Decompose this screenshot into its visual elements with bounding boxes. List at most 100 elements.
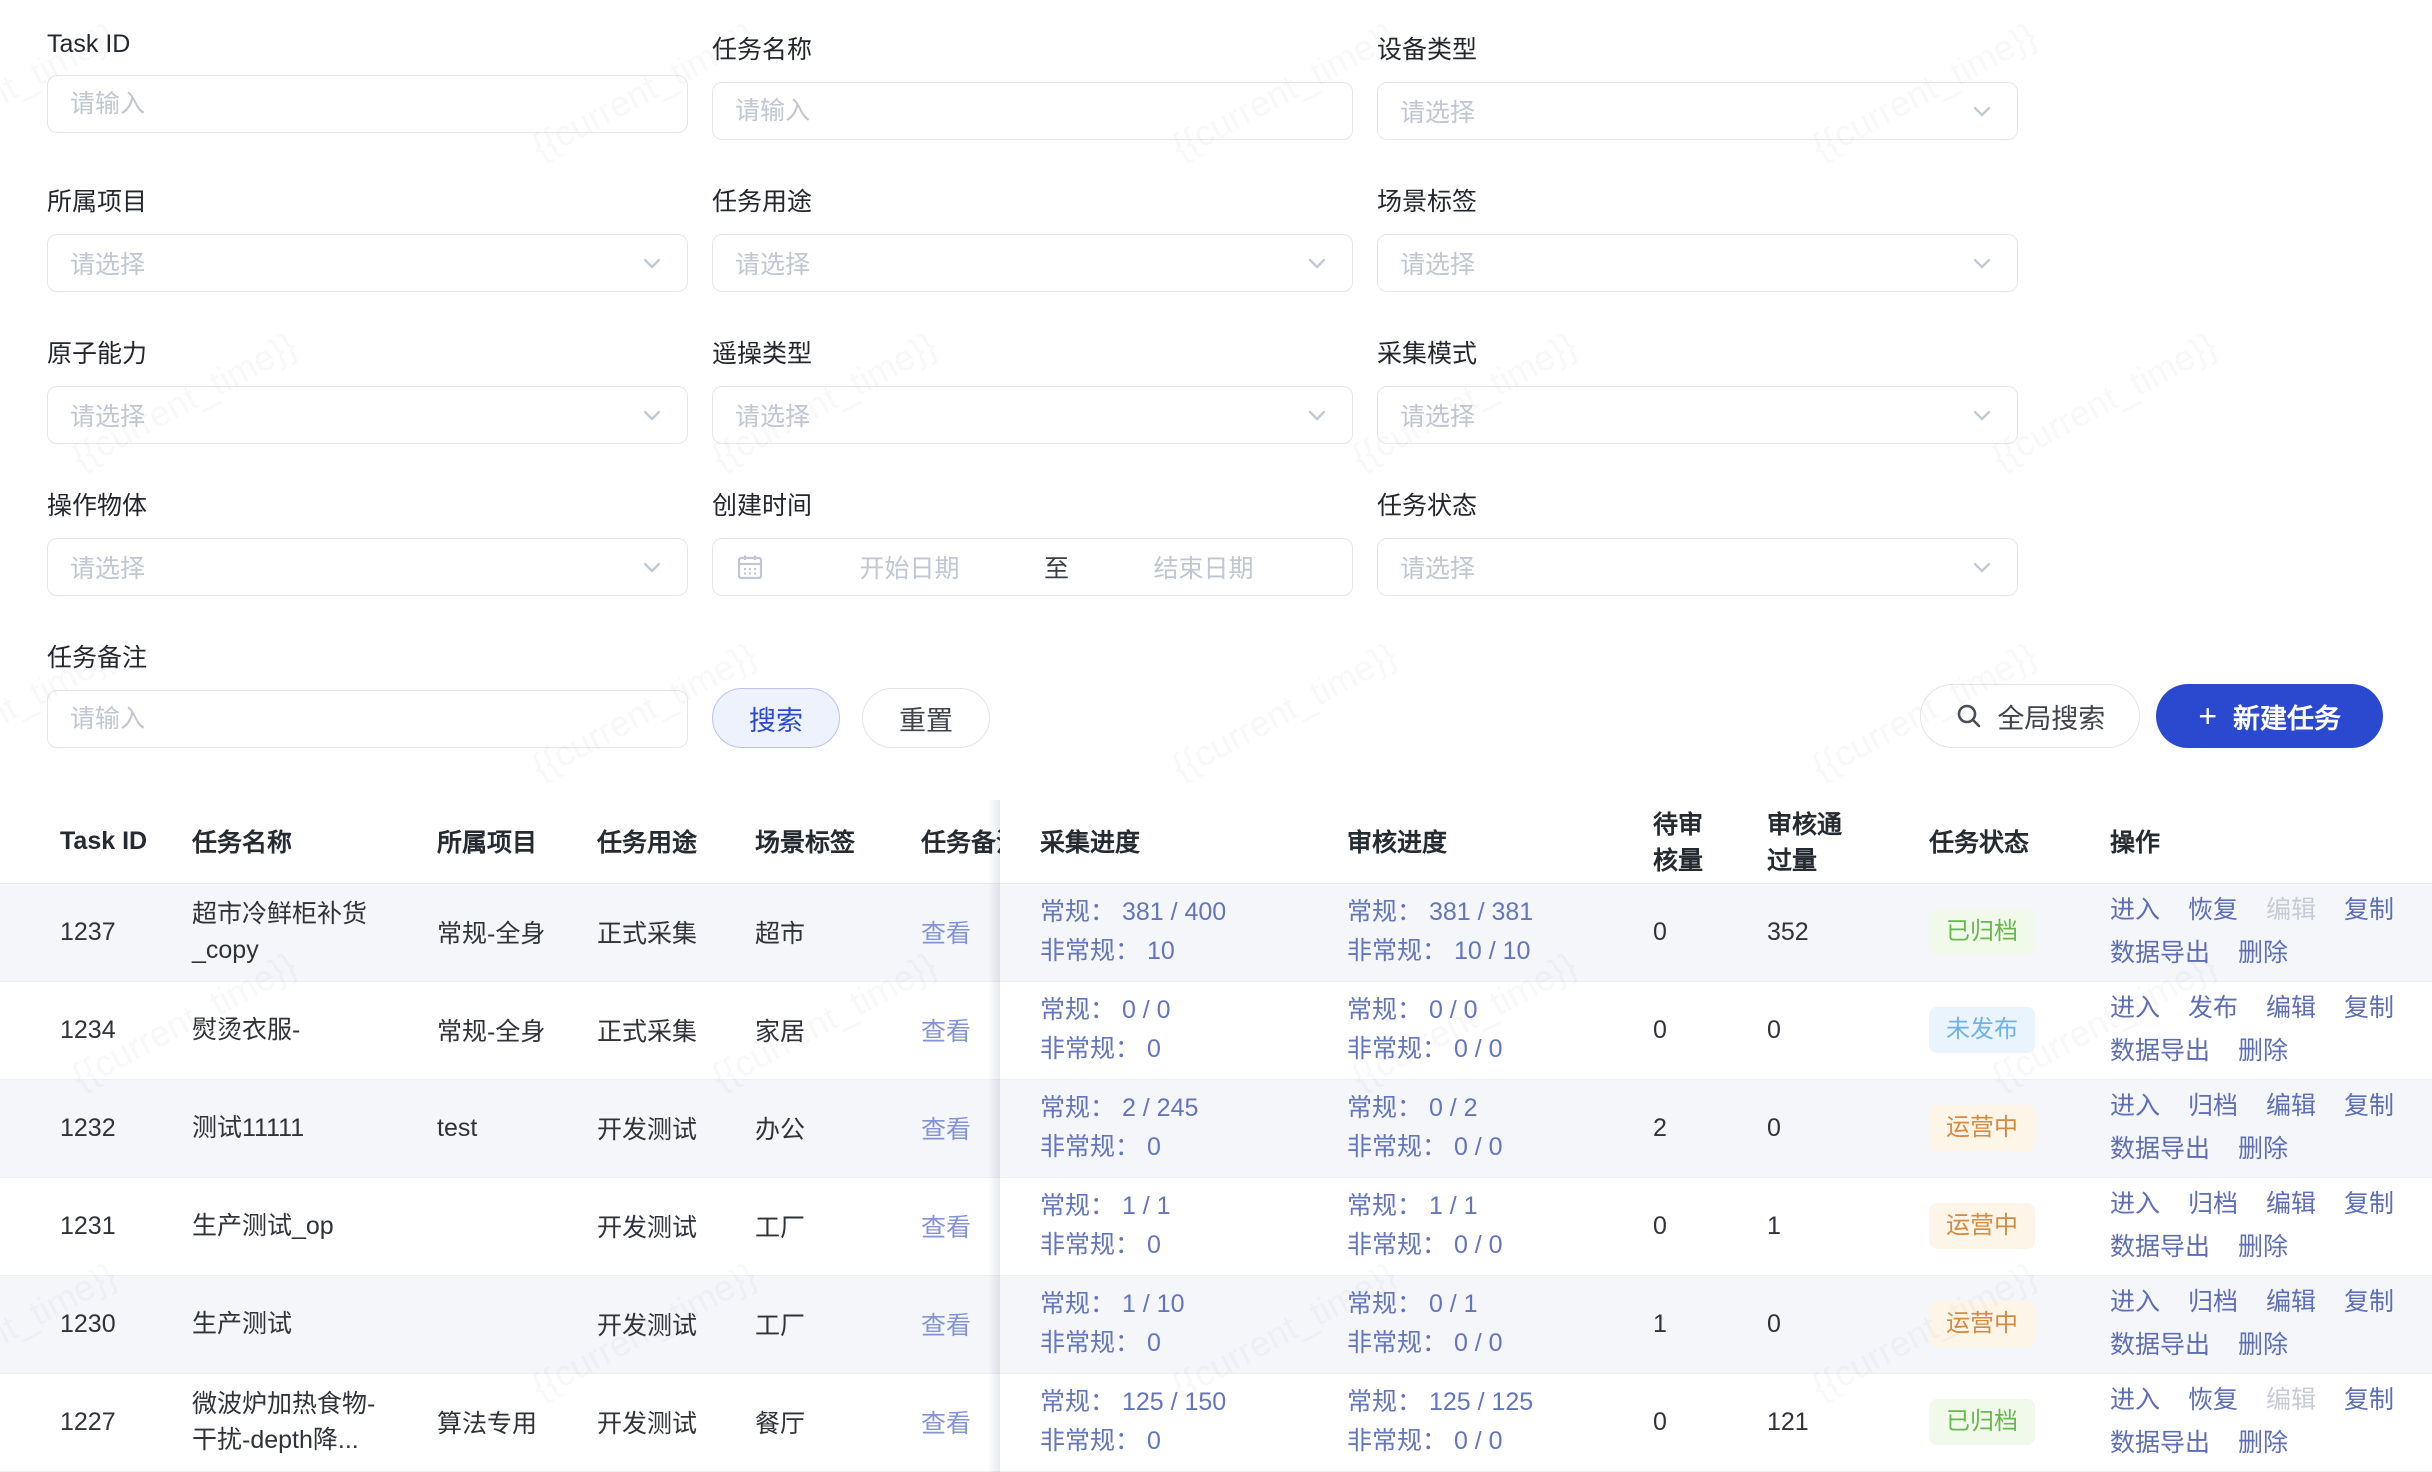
project-select[interactable]: 请选择 [47, 234, 688, 292]
action-link[interactable]: 删除 [2238, 1034, 2288, 1069]
filter-label-atomic-capability: 原子能力 [47, 334, 688, 370]
col-task-name: 任务名称 [192, 800, 437, 883]
action-link[interactable]: 归档 [2188, 1187, 2238, 1222]
view-remark-link[interactable]: 查看 [921, 1116, 971, 1144]
row-actions: 进入归档编辑复制数据导出删除 [2110, 1089, 2412, 1167]
filter-label-device-type: 设备类型 [1377, 30, 2018, 66]
view-remark-link[interactable]: 查看 [921, 1214, 971, 1242]
action-link[interactable]: 数据导出 [2110, 1426, 2210, 1461]
filter-field-teleop-type: 遥操类型 请选择 [712, 334, 1353, 444]
task-remark-input[interactable] [47, 690, 688, 748]
action-link[interactable]: 复制 [2344, 1089, 2394, 1124]
action-link[interactable]: 数据导出 [2110, 1230, 2210, 1265]
operation-object-select[interactable]: 请选择 [47, 538, 688, 596]
device-type-select[interactable]: 请选择 [1377, 82, 2018, 140]
collect-irregular: 非常规： 10 [1040, 932, 1307, 971]
review-irregular: 非常规： 0 / 0 [1347, 1324, 1613, 1363]
purpose-select[interactable]: 请选择 [712, 234, 1353, 292]
action-link[interactable]: 复制 [2344, 991, 2394, 1026]
task-name-input-box[interactable] [735, 97, 1330, 126]
filter-label-task-id: Task ID [47, 30, 688, 59]
reset-button[interactable]: 重置 [862, 688, 990, 748]
filter-label-collection-mode: 采集模式 [1377, 334, 2018, 370]
col-approved-count: 审核通过量 [1727, 800, 1889, 883]
cell-task-name: 测试11111 [192, 1079, 437, 1177]
scene-tag-select[interactable]: 请选择 [1377, 234, 2018, 292]
filter-field-collection-mode: 采集模式 请选择 [1377, 334, 2018, 444]
col-remark: 任务备注 [921, 800, 1000, 883]
action-link[interactable]: 进入 [2110, 1383, 2160, 1418]
view-remark-link[interactable]: 查看 [921, 1018, 971, 1046]
chevron-down-icon [1969, 250, 1995, 276]
table-row: 1227 微波炉加热食物-干扰-depth降... 算法专用 开发测试 餐厅 查… [0, 1373, 2432, 1471]
cell-scene-tag: 工厂 [755, 1177, 921, 1275]
new-task-button[interactable]: + 新建任务 [2156, 684, 2383, 748]
action-link[interactable]: 数据导出 [2110, 1328, 2210, 1363]
action-link[interactable]: 进入 [2110, 1089, 2160, 1124]
filter-label-scene-tag: 场景标签 [1377, 182, 2018, 218]
action-link[interactable]: 恢复 [2188, 1383, 2238, 1418]
action-link[interactable]: 删除 [2238, 1132, 2288, 1167]
action-link[interactable]: 进入 [2110, 1187, 2160, 1222]
search-button[interactable]: 搜索 [712, 688, 840, 748]
task-id-input-box[interactable] [70, 90, 665, 119]
cell-project: test [437, 1079, 597, 1177]
col-task-status: 任务状态 [1889, 800, 2070, 883]
action-link[interactable]: 发布 [2188, 991, 2238, 1026]
action-link[interactable]: 归档 [2188, 1089, 2238, 1124]
action-link[interactable]: 复制 [2344, 893, 2394, 928]
action-link[interactable]: 进入 [2110, 893, 2160, 928]
view-remark-link[interactable]: 查看 [921, 1312, 971, 1340]
action-link[interactable]: 复制 [2344, 1285, 2394, 1320]
collect-regular: 常规： 381 / 400 [1040, 893, 1307, 932]
action-link[interactable]: 编辑 [2266, 991, 2316, 1026]
view-remark-link[interactable]: 查看 [921, 920, 971, 948]
action-link[interactable]: 编辑 [2266, 1285, 2316, 1320]
action-link[interactable]: 编辑 [2266, 1187, 2316, 1222]
cell-project: 常规-全身 [437, 883, 597, 981]
teleop-type-select[interactable]: 请选择 [712, 386, 1353, 444]
collection-mode-select[interactable]: 请选择 [1377, 386, 2018, 444]
global-search-button[interactable]: 全局搜索 [1920, 684, 2140, 748]
task-table: Task ID 任务名称 所属项目 任务用途 场景标签 任务备注 采集进度 审核… [0, 800, 2432, 1472]
cell-actions: 进入归档编辑复制数据导出删除 [2070, 1275, 2432, 1373]
chevron-down-icon [1969, 98, 1995, 124]
view-remark-link[interactable]: 查看 [921, 1410, 971, 1438]
cell-project: 算法专用 [437, 1373, 597, 1471]
action-link[interactable]: 数据导出 [2110, 936, 2210, 971]
status-badge: 已归档 [1929, 1399, 2035, 1445]
task-remark-input-box[interactable] [70, 705, 665, 734]
start-date-placeholder[interactable]: 开始日期 [783, 549, 1036, 585]
task-id-input[interactable] [47, 75, 688, 133]
action-link[interactable]: 删除 [2238, 1328, 2288, 1363]
collect-irregular: 非常规： 0 [1040, 1422, 1307, 1461]
action-link[interactable]: 进入 [2110, 991, 2160, 1026]
action-link[interactable]: 删除 [2238, 1426, 2288, 1461]
chevron-down-icon [1304, 402, 1330, 428]
filter-field-device-type: 设备类型 请选择 [1377, 30, 2018, 140]
created-time-range[interactable]: 开始日期 至 结束日期 [712, 538, 1353, 596]
action-link[interactable]: 删除 [2238, 936, 2288, 971]
calendar-icon [735, 552, 765, 582]
cell-scene-tag: 办公 [755, 1079, 921, 1177]
action-link[interactable]: 归档 [2188, 1285, 2238, 1320]
action-link[interactable]: 数据导出 [2110, 1132, 2210, 1167]
status-badge: 运营中 [1929, 1105, 2035, 1151]
table-body: 1237 超市冷鲜柜补货_copy 常规-全身 正式采集 超市 查看 常规： 3… [0, 883, 2432, 1471]
action-link[interactable]: 恢复 [2188, 893, 2238, 928]
end-date-placeholder[interactable]: 结束日期 [1077, 549, 1330, 585]
cell-scene-tag: 超市 [755, 883, 921, 981]
filter-label-created-time: 创建时间 [712, 486, 1353, 522]
action-link[interactable]: 复制 [2344, 1187, 2394, 1222]
action-link[interactable]: 复制 [2344, 1383, 2394, 1418]
atomic-capability-select[interactable]: 请选择 [47, 386, 688, 444]
action-link[interactable]: 删除 [2238, 1230, 2288, 1265]
cell-review-progress: 常规： 1 / 1 非常规： 0 / 0 [1307, 1177, 1613, 1275]
filter-label-project: 所属项目 [47, 182, 688, 218]
action-link[interactable]: 进入 [2110, 1285, 2160, 1320]
action-link[interactable]: 数据导出 [2110, 1034, 2210, 1069]
task-name-input[interactable] [712, 82, 1353, 140]
cell-task-id: 1232 [0, 1079, 192, 1177]
task-status-select[interactable]: 请选择 [1377, 538, 2018, 596]
action-link[interactable]: 编辑 [2266, 1089, 2316, 1124]
